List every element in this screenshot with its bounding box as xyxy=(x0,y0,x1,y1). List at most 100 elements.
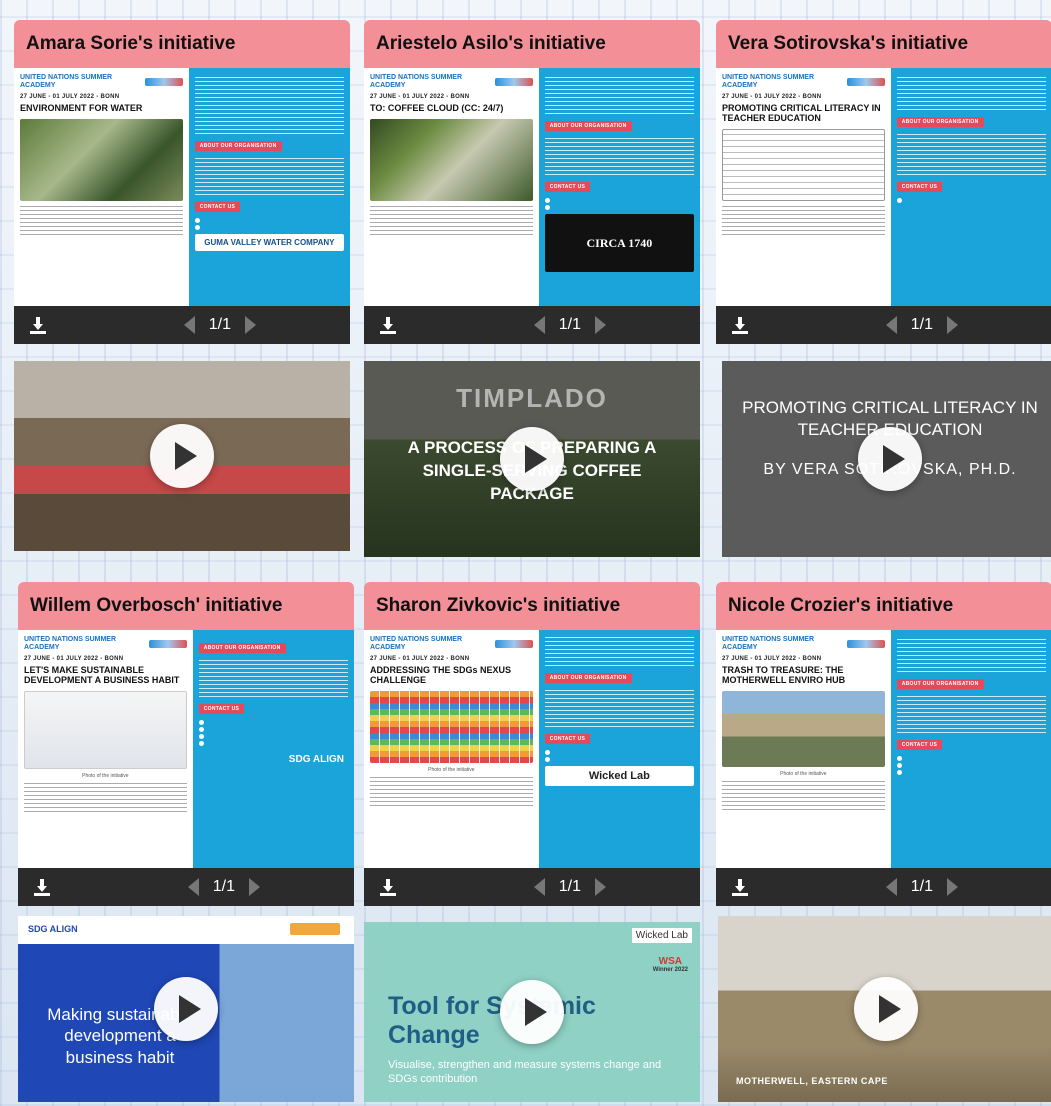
instagram-icon xyxy=(896,763,902,768)
prev-page-arrow[interactable] xyxy=(187,878,199,896)
video-title: TIMPLADO xyxy=(456,383,608,413)
play-button[interactable] xyxy=(858,427,922,491)
poster-body-text xyxy=(370,205,533,236)
page-indicator: 1/1 xyxy=(558,878,581,895)
download-icon[interactable] xyxy=(730,315,750,335)
twitter-icon xyxy=(896,770,902,775)
prev-page-arrow[interactable] xyxy=(183,316,195,334)
initiative-poster[interactable]: UNITED NATIONS SUMMER ACADEMY 27 JUNE - … xyxy=(364,630,700,868)
play-button[interactable] xyxy=(500,980,564,1044)
download-icon[interactable] xyxy=(28,315,48,335)
next-page-arrow[interactable] xyxy=(595,316,606,334)
download-icon[interactable] xyxy=(378,877,398,897)
page-indicator: 1/1 xyxy=(208,316,231,333)
page-indicator: 1/1 xyxy=(910,878,933,895)
poster-heading: ADDRESSING THE SDGs NEXUS CHALLENGE xyxy=(370,665,512,686)
linkedin-icon xyxy=(198,734,204,739)
contact-label: CONTACT US xyxy=(544,734,591,744)
card-title: Willem Overbosch' initiative xyxy=(18,582,354,630)
partner-logos xyxy=(847,77,885,86)
next-page-arrow[interactable] xyxy=(947,878,958,896)
play-button[interactable] xyxy=(154,977,218,1041)
sponsor-logo: SDG ALIGN xyxy=(288,754,344,765)
initiative-card: Ariestelo Asilo's initiative UNITED NATI… xyxy=(364,20,700,344)
web-icon xyxy=(544,750,550,755)
partner-logos xyxy=(847,639,885,648)
about-label: ABOUT OUR ORGANISATION xyxy=(194,141,282,151)
about-label: ABOUT OUR ORGANISATION xyxy=(198,643,286,653)
un-summer-academy-logo: UNITED NATIONS SUMMER ACADEMY xyxy=(370,636,463,651)
prev-page-arrow[interactable] xyxy=(533,316,545,334)
poster-description xyxy=(198,657,348,697)
prev-page-arrow[interactable] xyxy=(885,878,897,896)
page-indicator: 1/1 xyxy=(910,316,933,333)
video-subtitle: Visualise, strengthen and measure system… xyxy=(388,1059,662,1086)
play-button[interactable] xyxy=(854,977,918,1041)
initiative-poster[interactable]: UNITED NATIONS SUMMER ACADEMY 27 JUNE - … xyxy=(716,68,1051,306)
partner-logos xyxy=(149,639,187,648)
poster-date: 27 JUNE - 01 JULY 2022 - BONN xyxy=(370,94,470,101)
video-thumbnail[interactable]: TIMPLADO A PROCESS OF PREPARING A SINGLE… xyxy=(364,361,700,557)
page-indicator: 1/1 xyxy=(212,878,235,895)
photo-caption: Photo of the initiative xyxy=(82,773,129,780)
page-indicator: 1/1 xyxy=(558,316,581,333)
poster-toolbar: 1/1 xyxy=(14,306,350,344)
next-page-arrow[interactable] xyxy=(245,316,256,334)
poster-body-text xyxy=(722,780,885,811)
play-button[interactable] xyxy=(150,424,214,488)
about-label: ABOUT OUR ORGANISATION xyxy=(544,121,632,131)
initiative-photo xyxy=(20,119,183,202)
pager: 1/1 xyxy=(183,316,256,334)
poster-heading: TO: COFFEE CLOUD (CC: 24/7) xyxy=(370,103,504,114)
poster-description xyxy=(194,74,344,134)
prev-page-arrow[interactable] xyxy=(885,316,897,334)
video-thumbnail[interactable]: SDG ALIGN Making sustainable development… xyxy=(18,916,354,1102)
initiative-poster[interactable]: UNITED NATIONS SUMMER ACADEMY 27 JUNE - … xyxy=(364,68,700,306)
poster-date: 27 JUNE - 01 JULY 2022 - BONN xyxy=(370,656,470,663)
prev-page-arrow[interactable] xyxy=(533,878,545,896)
poster-date: 27 JUNE - 01 JULY 2022 - BONN xyxy=(24,656,124,663)
about-label: ABOUT OUR ORGANISATION xyxy=(544,673,632,683)
partner-logos xyxy=(495,77,533,86)
partner-logos xyxy=(145,77,183,86)
next-page-arrow[interactable] xyxy=(249,878,260,896)
next-page-arrow[interactable] xyxy=(595,878,606,896)
photo-caption: Photo of the initiative xyxy=(428,767,475,774)
initiative-photo xyxy=(24,691,187,770)
poster-toolbar: 1/1 xyxy=(716,868,1051,906)
poster-toolbar: 1/1 xyxy=(364,306,700,344)
web-icon xyxy=(198,720,204,725)
sdg-align-logo: SDG ALIGN xyxy=(28,924,78,934)
poster-toolbar: 1/1 xyxy=(716,306,1051,344)
video-thumbnail[interactable] xyxy=(14,361,350,551)
contact-label: CONTACT US xyxy=(194,202,241,212)
poster-body-text xyxy=(24,782,187,813)
poster-heading: TRASH TO TREASURE: THE MOTHERWELL ENVIRO… xyxy=(722,665,846,686)
wsa-winner: Winner 2022 xyxy=(652,967,688,973)
card-title: Nicole Crozier's initiative xyxy=(716,582,1051,630)
initiative-card: Nicole Crozier's initiative UNITED NATIO… xyxy=(716,582,1051,906)
next-page-arrow[interactable] xyxy=(947,316,958,334)
video-thumbnail[interactable]: PROMOTING CRITICAL LITERACY IN TEACHER E… xyxy=(722,361,1051,557)
card-title: Ariestelo Asilo's initiative xyxy=(364,20,700,68)
initiative-card: Amara Sorie's initiative UNITED NATIONS … xyxy=(14,20,350,344)
about-label: ABOUT OUR ORGANISATION xyxy=(896,117,984,127)
download-icon[interactable] xyxy=(32,877,52,897)
initiative-photo xyxy=(370,691,533,764)
video-thumbnail[interactable]: MOTHERWELL, EASTERN CAPE xyxy=(718,916,1051,1102)
initiative-poster[interactable]: UNITED NATIONS SUMMER ACADEMY 27 JUNE - … xyxy=(14,68,350,306)
initiative-poster[interactable]: UNITED NATIONS SUMMER ACADEMY 27 JUNE - … xyxy=(716,630,1051,868)
poster-toolbar: 1/1 xyxy=(364,868,700,906)
header-cta-button[interactable] xyxy=(290,923,340,935)
download-icon[interactable] xyxy=(730,877,750,897)
wsa-badge: WSA xyxy=(658,956,683,967)
facebook-icon xyxy=(896,756,902,761)
website-header: SDG ALIGN xyxy=(18,916,354,944)
initiative-card: Willem Overbosch' initiative UNITED NATI… xyxy=(18,582,354,906)
video-location: MOTHERWELL, EASTERN CAPE xyxy=(736,1076,888,1086)
initiative-poster[interactable]: UNITED NATIONS SUMMER ACADEMY 27 JUNE - … xyxy=(18,630,354,868)
play-button[interactable] xyxy=(500,427,564,491)
poster-heading: PROMOTING CRITICAL LITERACY IN TEACHER E… xyxy=(722,103,881,124)
download-icon[interactable] xyxy=(378,315,398,335)
video-thumbnail[interactable]: Wicked Lab WSA Winner 2022 Tool for Syst… xyxy=(364,922,700,1102)
